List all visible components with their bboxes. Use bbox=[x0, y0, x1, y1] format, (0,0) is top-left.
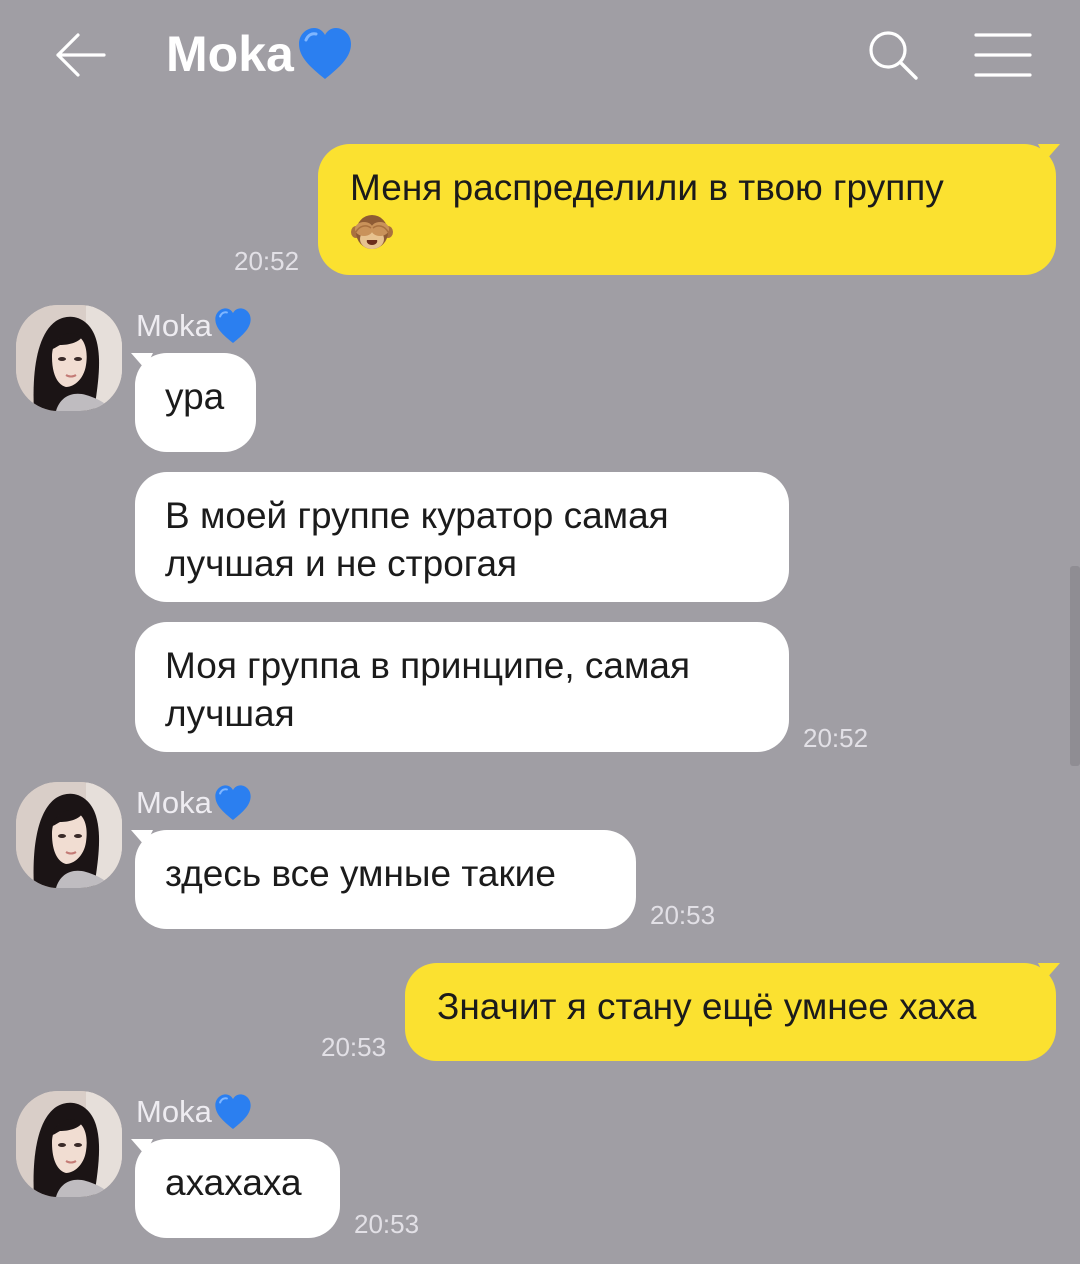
see-no-evil-monkey-icon bbox=[350, 212, 394, 254]
message-time: 20:53 bbox=[354, 1209, 420, 1239]
message-text: ахахаха bbox=[165, 1162, 302, 1203]
incoming-message-bubble[interactable]: В моей группе куратор самая лучшая и не … bbox=[135, 472, 789, 602]
bubble-tail bbox=[131, 830, 153, 846]
message-text: В моей группе куратор самая bbox=[165, 495, 669, 536]
bubble-tail bbox=[1038, 144, 1060, 160]
message-text: Моя группа в принципе, самая bbox=[165, 645, 691, 686]
sender-name-text: Moka bbox=[136, 785, 212, 820]
sender-name: Moka bbox=[136, 784, 253, 822]
search-icon[interactable] bbox=[866, 28, 922, 84]
avatar[interactable] bbox=[16, 1091, 122, 1197]
sender-name-text: Moka bbox=[136, 308, 212, 343]
outgoing-message-bubble[interactable]: Значит я стану ещё умнее хаха bbox=[405, 963, 1060, 1061]
message-text: ура bbox=[165, 376, 225, 417]
message-text: здесь все умные такие bbox=[165, 853, 556, 894]
avatar[interactable] bbox=[16, 782, 122, 888]
incoming-message-bubble[interactable]: Моя группа в принципе, самая лучшая bbox=[135, 622, 789, 752]
message-time: 20:53 bbox=[650, 900, 716, 930]
sender-name: Moka bbox=[136, 1093, 253, 1131]
chat-title-text: Moka bbox=[166, 26, 294, 82]
bubble-tail bbox=[131, 353, 153, 369]
incoming-message-bubble[interactable]: ахахаха bbox=[131, 1139, 340, 1238]
bubble-tail bbox=[1038, 963, 1060, 979]
message-text: лучшая bbox=[165, 693, 295, 734]
blue-heart-icon bbox=[213, 784, 253, 822]
message-time: 20:53 bbox=[321, 1032, 387, 1062]
incoming-message-bubble[interactable]: ура bbox=[131, 353, 256, 452]
message-time: 20:52 bbox=[803, 723, 869, 753]
incoming-message-bubble[interactable]: здесь все умные такие bbox=[131, 830, 636, 929]
chat-title: Moka bbox=[166, 24, 354, 84]
message-time: 20:52 bbox=[234, 246, 300, 276]
chat-header: Moka bbox=[0, 0, 1080, 112]
message-text: Меня распределили в твою группу bbox=[350, 167, 944, 208]
sender-name: Moka bbox=[136, 307, 253, 345]
blue-heart-icon bbox=[213, 1093, 253, 1131]
message-text: Значит я стану ещё умнее хаха bbox=[437, 986, 977, 1027]
blue-heart-icon bbox=[213, 307, 253, 345]
message-emoji bbox=[350, 212, 1022, 260]
message-text: лучшая и не строгая bbox=[165, 543, 518, 584]
hamburger-menu-icon[interactable] bbox=[974, 32, 1032, 78]
blue-heart-icon bbox=[296, 26, 354, 82]
scrollbar[interactable] bbox=[1070, 566, 1080, 766]
avatar[interactable] bbox=[16, 305, 122, 411]
arrow-left-icon[interactable] bbox=[52, 30, 108, 80]
outgoing-message-bubble[interactable]: Меня распределили в твою группу bbox=[318, 144, 1060, 275]
bubble-tail bbox=[131, 1139, 153, 1155]
sender-name-text: Moka bbox=[136, 1094, 212, 1129]
